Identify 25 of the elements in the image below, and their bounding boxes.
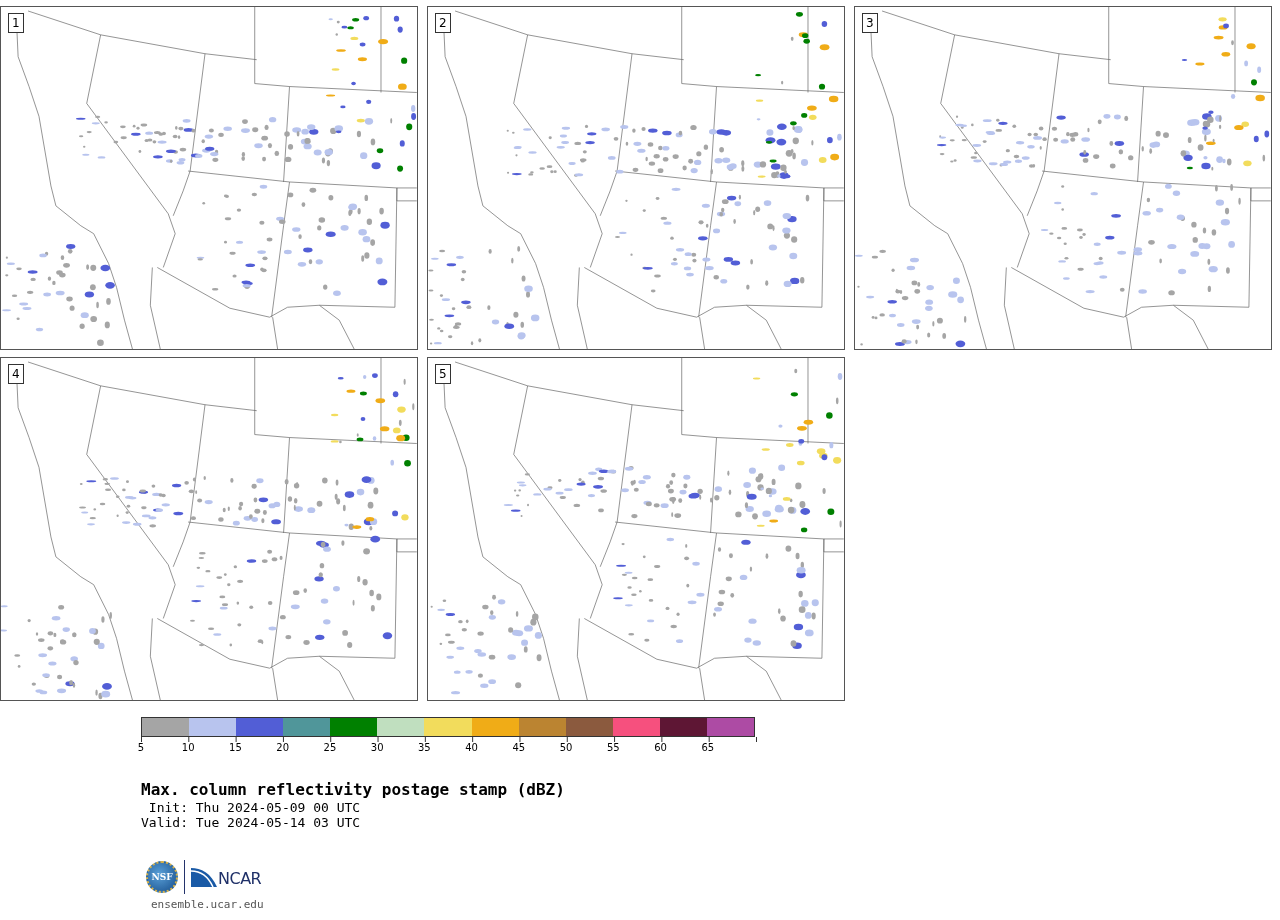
tick-label: 30 — [370, 742, 384, 755]
tick-label: 5 — [137, 742, 145, 755]
ncar-logo-text: NCAR — [218, 870, 262, 887]
tick-label: 60 — [654, 742, 667, 755]
tick-label: 50 — [559, 742, 573, 755]
tick-label: 35 — [418, 742, 431, 755]
plot-title: Max. column reflectivity postage stamp (dBZ) — [141, 780, 566, 800]
tick-label: 65 — [701, 742, 715, 755]
tick-label: 15 — [229, 742, 242, 755]
panel-label: 1 — [8, 13, 24, 33]
panel-label: 5 — [435, 364, 451, 384]
tick-label: 45 — [512, 742, 526, 755]
nsf-logo: NSF — [146, 861, 178, 893]
tick-label: 25 — [323, 742, 337, 755]
tick-label: 40 — [465, 742, 478, 755]
panel-label: 4 — [8, 364, 24, 384]
valid-time: Valid: Tue 2024-05-14 03 UTC — [141, 815, 362, 830]
tick-label: 55 — [606, 742, 620, 755]
panel-label: 2 — [435, 13, 451, 33]
website-url: ensemble.ucar.edu — [151, 898, 265, 911]
panel-label: 3 — [862, 13, 878, 33]
init-time: Init: Thu 2024-05-09 00 UTC — [147, 800, 362, 815]
swoosh-icon — [191, 867, 217, 887]
tick-label: 10 — [181, 742, 195, 755]
tick-label: 20 — [276, 742, 290, 755]
